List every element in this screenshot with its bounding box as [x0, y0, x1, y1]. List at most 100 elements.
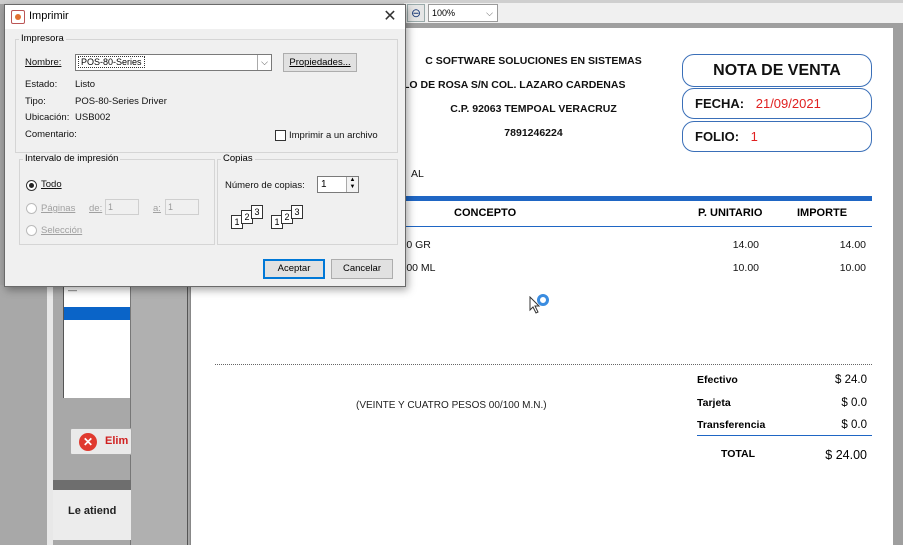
folio-value: 1 [750, 129, 758, 144]
document-title: NOTA DE VENTA [713, 62, 841, 79]
row-unit-price: 10.00 [732, 262, 759, 274]
range-selection-radio[interactable] [26, 225, 37, 236]
row-amount: 10.00 [839, 262, 866, 274]
copies-value: 1 [321, 179, 327, 190]
cash-summary: Efectivo $ 24.0 [697, 374, 869, 392]
status-value: Listo [75, 79, 96, 90]
range-from-label: de: [89, 203, 103, 214]
folio-box: FOLIO: 1 [682, 121, 872, 152]
accept-button[interactable]: Aceptar [263, 259, 325, 279]
company-address: LO DE ROSA S/N COL. LAZARO CARDENAS [403, 79, 626, 91]
copies-label: Número de copias: [225, 180, 305, 191]
document-title-box: NOTA DE VENTA [682, 54, 872, 87]
separator-line [215, 364, 872, 365]
status-label: Estado: [25, 79, 58, 90]
print-range-title: Intervalo de impresión [23, 153, 121, 164]
range-to-label: a: [153, 203, 161, 214]
column-amount: IMPORTE [797, 207, 848, 219]
range-pages-radio[interactable] [26, 203, 37, 214]
transfer-value: $ 0.0 [841, 419, 867, 431]
date-value: 21/09/2021 [755, 96, 821, 111]
table-header: CONCEPTO P. UNITARIO IMPORTE [404, 201, 872, 227]
table-row: i00 ML 10.00 10.00 [404, 262, 872, 282]
dialog-title: Imprimir [29, 10, 69, 22]
properties-button-label: Propiedades... [289, 57, 351, 68]
total-value: $ 24.00 [825, 448, 867, 462]
copies-group-title: Copias [221, 153, 255, 164]
collate-pages-icon: 1 2 3 [271, 205, 311, 231]
zoom-select[interactable]: 100% ⌵ [428, 4, 498, 22]
total-summary: TOTAL $ 24.00 [697, 448, 869, 466]
left-list[interactable]: — [63, 285, 131, 398]
cancel-button[interactable]: Cancelar [331, 259, 393, 279]
print-to-file-checkbox[interactable] [275, 130, 286, 141]
print-to-file-label[interactable]: Imprimir a un archivo [289, 130, 378, 141]
close-circle-icon: ✕ [79, 433, 97, 451]
total-divider [697, 435, 872, 436]
range-pages-label[interactable]: Páginas [41, 203, 75, 214]
chevron-down-icon: ⌵ [486, 8, 493, 18]
printer-select-value: POS-80-Series [78, 56, 145, 68]
transfer-label: Transferencia [697, 419, 766, 431]
spinner-arrows-icon[interactable]: ▲ ▼ [346, 177, 358, 192]
column-unit-price: P. UNITARIO [698, 207, 763, 219]
range-to-field[interactable]: 1 [165, 199, 199, 215]
printer-select[interactable]: POS-80-Series ⌵ [75, 54, 272, 71]
preview-toolbar: ⊖ 100% ⌵ [404, 3, 903, 23]
date-box: FECHA: 21/09/2021 [682, 88, 872, 119]
client-fragment: AL [411, 168, 424, 180]
printer-group-title: Impresora [19, 33, 66, 44]
attending-label: Le atiend [68, 505, 117, 517]
zoom-out-icon[interactable]: ⊖ [407, 4, 425, 22]
copies-spinner[interactable]: 1 ▲ ▼ [317, 176, 359, 193]
card-value: $ 0.0 [841, 397, 867, 409]
delete-button-label: Elim [105, 435, 129, 447]
card-label: Tarjeta [697, 397, 731, 409]
comment-label: Comentario: [25, 129, 77, 140]
amount-in-words: (VEINTE Y CUATRO PESOS 00/100 M.N.) [356, 400, 547, 411]
row-amount: 14.00 [839, 239, 866, 251]
company-header: C SOFTWARE SOLUCIONES EN SISTEMAS LO DE … [391, 49, 676, 145]
company-city: C.P. 92063 TEMPOAL VERACRUZ [450, 103, 617, 115]
type-label: Tipo: [25, 96, 46, 107]
attending-panel: Le atiend [53, 490, 131, 540]
folio-label: FOLIO: [695, 129, 740, 144]
card-summary: Tarjeta $ 0.0 [697, 397, 869, 415]
copies-group [217, 159, 398, 245]
range-all-label[interactable]: Todo [41, 179, 62, 190]
type-value: POS-80-Series Driver [75, 96, 167, 107]
range-to-value: 1 [168, 202, 174, 212]
range-from-value: 1 [108, 202, 114, 212]
printer-name-label: Nombre: [25, 57, 62, 68]
company-phone: 7891246224 [504, 127, 563, 139]
location-label: Ubicación: [25, 112, 70, 123]
divider-bar [53, 480, 131, 490]
close-button[interactable]: ✕ [379, 6, 401, 28]
busy-spinner-icon [537, 294, 549, 306]
range-all-radio[interactable] [26, 180, 37, 191]
delete-button[interactable]: ✕ Elim [70, 428, 132, 455]
left-column [130, 285, 188, 545]
list-selected-row[interactable] [64, 307, 131, 320]
zoom-value: 100% [432, 8, 456, 18]
java-app-icon [11, 10, 25, 24]
dialog-titlebar[interactable]: Imprimir ✕ [5, 5, 405, 29]
accept-button-label: Aceptar [277, 263, 311, 274]
row-unit-price: 14.00 [732, 239, 759, 251]
row-concept: i00 ML [404, 262, 436, 274]
cash-label: Efectivo [697, 374, 738, 386]
location-value: USB002 [75, 112, 111, 123]
cancel-button-label: Cancelar [342, 263, 382, 274]
row-concept: i0 GR [404, 239, 431, 251]
print-dialog: Imprimir ✕ Impresora Nombre: POS-80-Seri… [4, 4, 406, 287]
company-name: C SOFTWARE SOLUCIONES EN SISTEMAS [425, 55, 642, 67]
collate-pages-icon: 1 2 3 [231, 205, 271, 231]
range-from-field[interactable]: 1 [105, 199, 139, 215]
properties-button[interactable]: Propiedades... [283, 53, 357, 72]
cash-value: $ 24.0 [835, 374, 867, 386]
date-label: FECHA: [695, 96, 745, 111]
left-panel: — ✕ Elim Le atiend [0, 285, 189, 545]
chevron-down-icon: ⌵ [257, 55, 271, 70]
column-concepto: CONCEPTO [454, 207, 517, 219]
range-selection-label[interactable]: Selección [41, 225, 82, 236]
